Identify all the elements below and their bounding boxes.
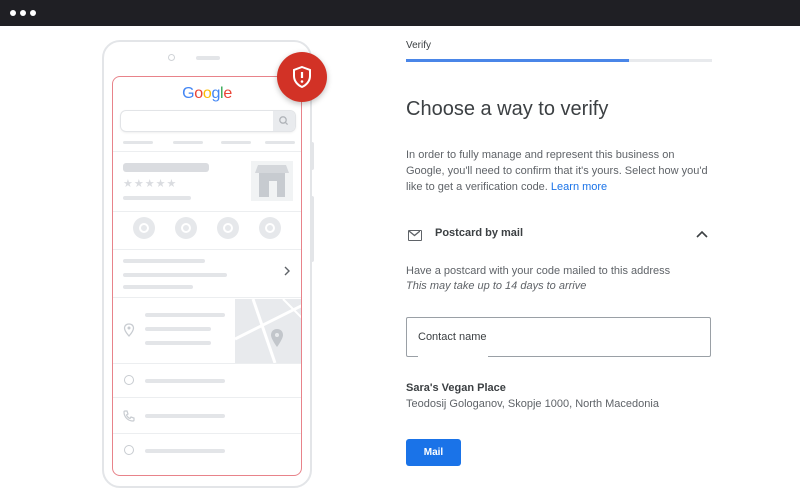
option-description: Have a postcard with your code mailed to…: [406, 265, 671, 277]
divider: [113, 151, 301, 152]
business-address: Teodosij Gologanov, Skopje 1000, North M…: [406, 398, 659, 410]
divider: [113, 397, 301, 398]
chevron-up-icon[interactable]: [695, 229, 709, 239]
mail-button[interactable]: Mail: [406, 439, 461, 466]
verification-badge: [277, 52, 327, 102]
tab-placeholder: [265, 141, 295, 144]
divider: [113, 297, 301, 298]
text-placeholder: [145, 379, 225, 383]
map-thumbnail: [235, 299, 301, 363]
phone-camera-icon: [168, 54, 175, 61]
field-notch: [418, 356, 488, 357]
business-title-placeholder: [123, 163, 209, 172]
search-bar-illustration: [121, 111, 295, 131]
google-logo: Google: [113, 85, 301, 103]
search-button-illustration: [273, 111, 295, 131]
contact-name-field[interactable]: Contact name: [406, 317, 711, 357]
logo-letter: G: [182, 85, 195, 102]
mail-icon: [408, 230, 422, 241]
page-title: Choose a way to verify: [406, 98, 609, 120]
step-label: Verify: [406, 40, 432, 51]
clock-icon: [124, 375, 134, 385]
storefront-icon: [251, 161, 293, 201]
website-action-icon: [259, 217, 281, 239]
tab-placeholder: [173, 141, 203, 144]
window-titlebar: [0, 0, 800, 26]
contact-name-placeholder: Contact name: [418, 331, 487, 343]
text-placeholder: [123, 273, 227, 277]
text-placeholder: [145, 341, 211, 345]
divider: [113, 211, 301, 212]
page-content: Google ★★★★★ Verify Choose a way to veri…: [0, 26, 800, 492]
tab-placeholder: [221, 141, 251, 144]
option-note: This may take up to 14 days to arrive: [406, 280, 587, 292]
learn-more-link[interactable]: Learn more: [551, 181, 607, 193]
phone-speaker: [196, 56, 220, 60]
globe-icon: [124, 445, 134, 455]
phone-screen: Google ★★★★★: [112, 76, 302, 476]
text-placeholder: [123, 259, 205, 263]
location-pin-icon: [123, 323, 135, 337]
call-action-icon: [133, 217, 155, 239]
divider: [113, 363, 301, 364]
progress-fill: [406, 59, 630, 62]
save-action-icon: [217, 217, 239, 239]
logo-letter: g: [211, 85, 221, 102]
divider: [113, 249, 301, 250]
progress-track: [406, 59, 712, 62]
chevron-right-icon: [284, 266, 290, 276]
logo-letter: o: [194, 85, 203, 102]
text-placeholder: [145, 449, 225, 453]
tab-placeholder: [123, 141, 153, 144]
rating-stars: ★★★★★: [123, 178, 178, 190]
shield-alert-icon: [293, 66, 311, 88]
window-dot-icon: [10, 10, 16, 16]
text-placeholder: [123, 285, 193, 289]
directions-action-icon: [175, 217, 197, 239]
business-name: Sara's Vegan Place: [406, 382, 506, 394]
search-icon: [279, 116, 289, 126]
text-placeholder: [145, 414, 225, 418]
option-title[interactable]: Postcard by mail: [435, 227, 523, 239]
divider: [113, 433, 301, 434]
phone-illustration: Google ★★★★★: [102, 40, 312, 488]
logo-letter: e: [223, 85, 232, 102]
text-placeholder: [145, 313, 225, 317]
text-placeholder: [145, 327, 211, 331]
text-placeholder: [123, 196, 191, 200]
intro-text: In order to fully manage and represent t…: [406, 147, 716, 195]
window-dot-icon: [20, 10, 26, 16]
window-dot-icon: [30, 10, 36, 16]
phone-icon: [123, 410, 135, 422]
